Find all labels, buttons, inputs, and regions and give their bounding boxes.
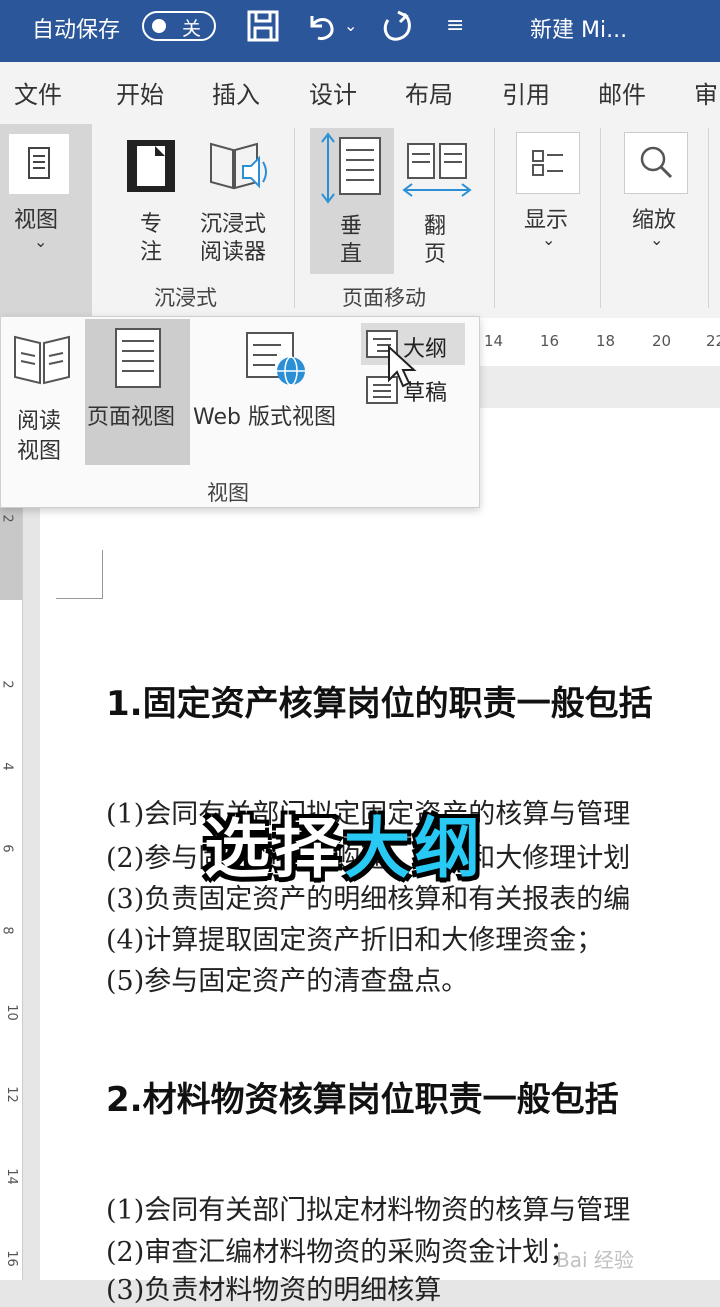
ribbon-separator: [708, 128, 709, 308]
read-mode-button[interactable]: 阅读 视图: [5, 325, 79, 475]
group-label-page-movement: 页面移动: [342, 286, 426, 310]
zoom-button[interactable]: 缩放 ⌄: [620, 130, 692, 260]
ruler-number: 10: [3, 1004, 19, 1021]
read-mode-icon: [14, 335, 70, 385]
customize-toolbar-icon[interactable]: ≡: [446, 8, 464, 44]
chevron-down-icon: ⌄: [34, 232, 48, 251]
ruler-number: 4: [0, 762, 15, 771]
list-item: (5)参与固定资产的清查盘点。: [106, 966, 469, 997]
tab-insert[interactable]: 插入: [212, 75, 260, 110]
ruler-number: 16: [540, 332, 560, 350]
show-button[interactable]: 显示 ⌄: [512, 130, 584, 260]
vertical-label-2: 直: [340, 242, 363, 267]
autosave-label: 自动保存: [32, 18, 121, 43]
web-layout-label: Web 版式视图: [193, 405, 336, 430]
list-item: (4)计算提取固定资产折旧和大修理资金；: [106, 925, 604, 956]
redo-icon[interactable]: [380, 8, 414, 53]
toggle-knob: [152, 19, 166, 33]
tab-file[interactable]: 文件: [14, 75, 62, 110]
read-mode-label-1: 阅读: [17, 409, 62, 434]
ribbon-separator: [600, 128, 601, 308]
tab-design[interactable]: 设计: [309, 75, 357, 110]
tab-review[interactable]: 审: [694, 75, 718, 110]
heading-1: 1.固定资产核算岗位的职责一般包括: [106, 684, 653, 724]
list-item: (3)负责材料物资的明细核算: [106, 1275, 442, 1306]
views-group-label: 视图: [207, 481, 249, 505]
overlay-caption: 选择大纲: [204, 795, 484, 891]
print-layout-button[interactable]: 页面视图: [85, 319, 190, 465]
toggle-state: 关: [182, 18, 202, 40]
title-bar: 自动保存 关 ⌄ ≡ 新建 Mi...: [0, 0, 720, 62]
ribbon-separator: [294, 128, 295, 308]
show-icon: [516, 132, 580, 194]
chevron-down-icon: ⌄: [650, 230, 664, 249]
autosave-toggle[interactable]: 关: [142, 11, 216, 41]
focus-label-2: 注: [140, 240, 163, 265]
ruler-number: 22: [706, 332, 720, 350]
view-button[interactable]: 视图 ⌄: [0, 124, 92, 318]
ruler-number: 8: [0, 926, 15, 935]
tab-references[interactable]: 引用: [502, 75, 550, 110]
ruler-number: 18: [596, 332, 616, 350]
print-layout-icon: [114, 328, 161, 388]
vertical-scroll-icon: [321, 132, 381, 204]
overlay-caption-part2: 大纲: [344, 810, 484, 887]
print-layout-label: 页面视图: [87, 405, 176, 430]
focus-button[interactable]: 专 注: [118, 136, 184, 276]
chevron-down-icon: ⌄: [542, 230, 556, 249]
watermark: Bai 经验: [556, 1248, 634, 1272]
flip-label-2: 页: [424, 242, 447, 267]
ribbon-separator: [494, 128, 495, 308]
margin-corner-mark: [56, 550, 103, 599]
tab-layout[interactable]: 布局: [405, 75, 453, 110]
magnifier-icon: [624, 132, 688, 194]
focus-icon: [127, 140, 175, 192]
web-layout-icon: [246, 332, 305, 386]
ruler-number: 2: [0, 514, 15, 523]
group-label-immersive: 沉浸式: [154, 286, 217, 310]
side-to-side-button[interactable]: 翻 页: [400, 136, 474, 276]
vertical-button[interactable]: 垂 直: [310, 128, 394, 274]
heading-2: 2.材料物资核算岗位职责一般包括: [106, 1080, 619, 1120]
ribbon-tabs: 文件 开始 插入 设计 布局 引用 邮件 审: [0, 62, 720, 120]
mouse-cursor-icon: [388, 344, 417, 388]
tab-mailings[interactable]: 邮件: [598, 75, 646, 110]
immersive-reader-button[interactable]: 沉浸式 阅读器: [196, 136, 276, 276]
page-flip-icon: [402, 143, 472, 197]
list-item: (2)审查汇编材料物资的采购资金计划；: [106, 1237, 577, 1268]
web-layout-button[interactable]: Web 版式视图: [193, 325, 359, 471]
view-icon: [9, 134, 69, 194]
overlay-caption-part1: 选择: [204, 810, 344, 887]
ruler-number: 6: [0, 844, 15, 853]
ruler-number: 14: [3, 1168, 19, 1185]
ribbon-view: 视图 ⌄ 专 注 沉浸式 阅读器 垂 直 翻 页 显示 ⌄ 缩放 ⌄ 沉浸式 页…: [0, 120, 720, 319]
view-button-label: 视图: [14, 208, 59, 233]
immersive-reader-icon: [210, 142, 267, 190]
undo-icon[interactable]: [304, 8, 338, 53]
ruler-number: 20: [652, 332, 672, 350]
tab-home[interactable]: 开始: [116, 75, 164, 110]
document-title: 新建 Mi...: [530, 18, 628, 43]
ruler-number: 14: [484, 332, 504, 350]
undo-dropdown-icon[interactable]: ⌄: [344, 8, 357, 44]
canvas-margin: [478, 366, 720, 408]
save-icon[interactable]: [246, 8, 280, 53]
ruler-number: 16: [3, 1250, 19, 1267]
ruler-number: 12: [3, 1086, 19, 1103]
list-item: (1)会同有关部门拟定材料物资的核算与管理: [106, 1195, 631, 1226]
immersive-reader-label-2: 阅读器: [200, 240, 267, 265]
ruler-number: 2: [0, 680, 15, 689]
vertical-ruler: 2 2 4 6 8 10 12 14 16: [0, 505, 23, 1280]
read-mode-label-2: 视图: [17, 439, 62, 464]
